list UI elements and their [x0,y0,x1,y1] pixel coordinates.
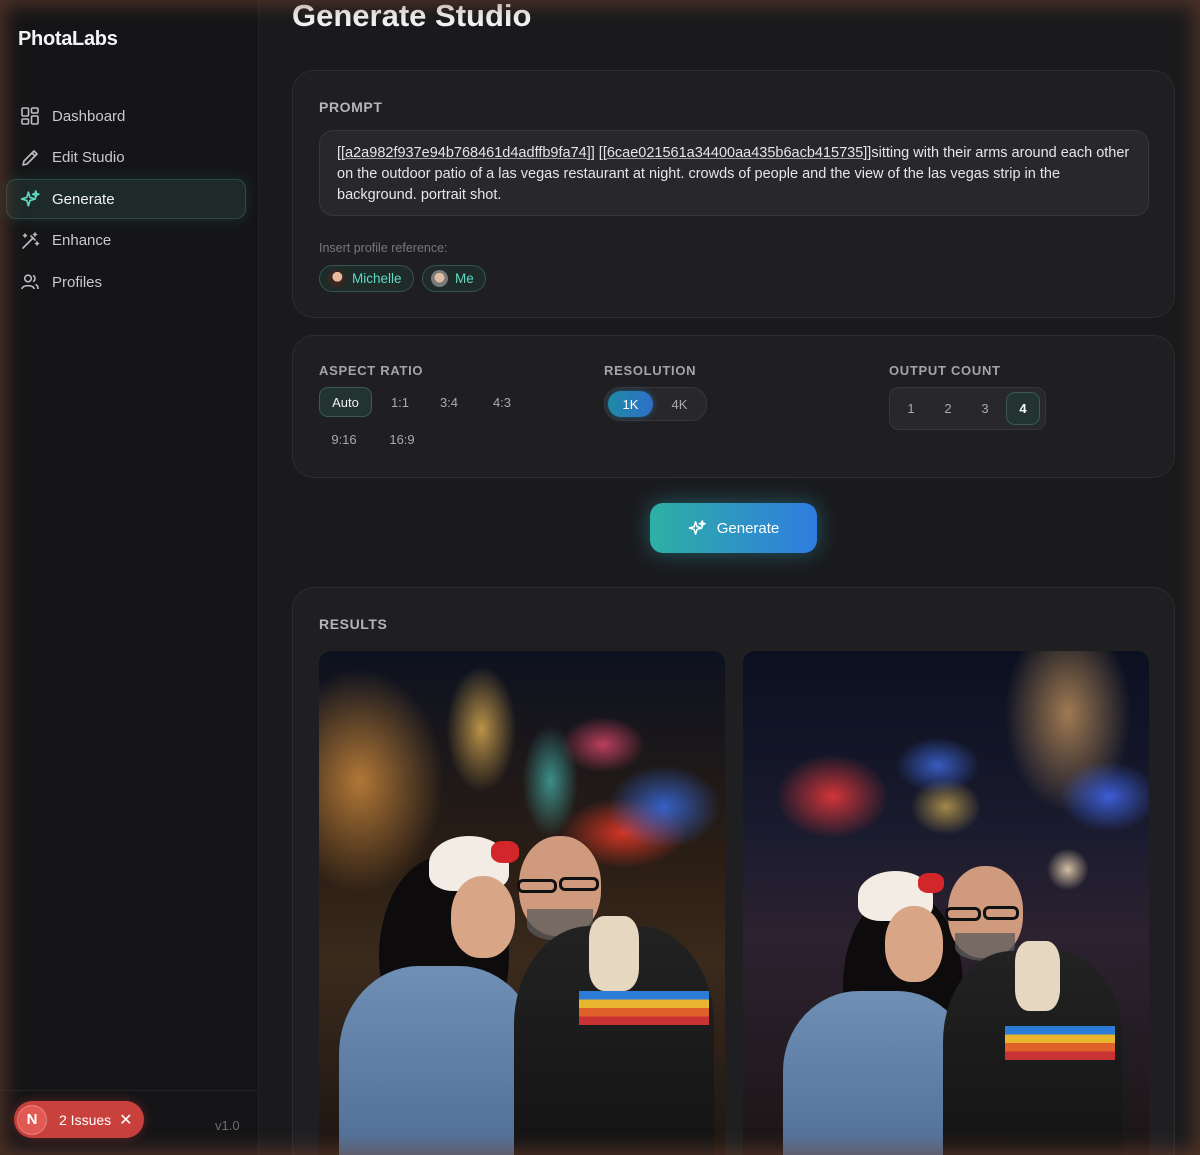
result-image-figure [559,877,599,891]
results-card: RESULTS [292,587,1175,1155]
prompt-label: PROMPT [319,99,383,115]
result-image-figure [945,907,981,921]
sidebar-item-label: Enhance [52,232,112,250]
profile-chip-michelle[interactable]: Michelle [319,265,414,292]
sidebar-item-generate[interactable]: Generate [6,179,246,220]
insert-profile-label: Insert profile reference: [319,241,448,255]
sidebar-item-label: Dashboard [52,107,126,125]
profile-reference-token: [[a2a982f937e94b768461d4adffb9fa74]] [337,145,595,161]
aspect-ratio-4-3[interactable]: 4:3 [482,387,522,417]
resolution-4k[interactable]: 4K [657,391,702,417]
profile-chip-label: Michelle [352,271,402,286]
output-count-label: OUTPUT COUNT [889,363,1001,378]
result-image-figure [491,841,519,863]
sidebar-divider [0,1090,259,1091]
generate-button[interactable]: Generate [650,503,817,553]
dashboard-icon [19,105,41,127]
output-count-selector: 1 2 3 4 [889,387,1046,430]
result-image-figure [918,873,944,893]
results-label: RESULTS [319,616,388,632]
avatar [328,270,345,287]
sidebar-item-dashboard[interactable]: Dashboard [6,96,246,136]
sidebar-item-label: Generate [52,190,115,208]
profile-chip-label: Me [455,271,474,286]
prompt-card: PROMPT [[a2a982f937e94b768461d4adffb9fa7… [292,70,1175,318]
result-image-1[interactable] [319,651,725,1155]
profile-chip-me[interactable]: Me [422,265,486,292]
issues-label: 2 Issues [59,1111,112,1128]
output-count-3[interactable]: 3 [968,392,1002,425]
output-count-1[interactable]: 1 [894,392,928,425]
aspect-ratio-label: ASPECT RATIO [319,363,424,378]
nextjs-icon: N [17,1104,47,1135]
sidebar-item-profiles[interactable]: Profiles [6,262,246,302]
version-label: v1.0 [215,1118,240,1133]
options-card: ASPECT RATIO Auto 1:1 3:4 4:3 9:16 16:9 … [292,335,1175,478]
result-image-figure [589,916,639,991]
magic-wand-icon [19,230,41,252]
pencil-icon [19,147,41,169]
generate-button-label: Generate [716,519,780,537]
sidebar: PhotaLabs Dashboard Edit Studio Generate… [0,0,259,1155]
aspect-ratio-3-4[interactable]: 3:4 [429,387,469,417]
result-image-figure [517,879,557,893]
issues-button[interactable]: N 2 Issues ✕ [14,1101,144,1138]
aspect-ratio-auto[interactable]: Auto [319,387,372,417]
sidebar-item-label: Edit Studio [52,149,125,167]
resolution-selector: 1K 4K [604,387,707,421]
sidebar-item-label: Profiles [52,273,103,291]
sidebar-nav: Dashboard Edit Studio Generate Enhance P… [6,96,246,304]
result-image-figure [1005,1026,1115,1060]
sidebar-item-edit-studio[interactable]: Edit Studio [6,138,246,178]
resolution-1k[interactable]: 1K [608,391,653,417]
brand-logo[interactable]: PhotaLabs [18,28,118,51]
close-icon[interactable]: ✕ [119,1110,132,1130]
avatar [431,270,448,287]
page-title: Generate Studio [292,0,532,33]
result-image-figure [1015,941,1060,1011]
sidebar-item-enhance[interactable]: Enhance [6,221,246,261]
result-image-figure [579,991,709,1025]
result-image-figure [339,966,539,1155]
prompt-input[interactable]: [[a2a982f937e94b768461d4adffb9fa74]] [[6… [319,130,1149,216]
result-image-figure [451,876,515,958]
profile-reference-token: [[6cae021561a34400aa435b6acb415735]] [598,145,872,161]
resolution-label: RESOLUTION [604,363,697,378]
aspect-ratio-9-16[interactable]: 9:16 [323,424,365,454]
output-count-2[interactable]: 2 [931,392,965,425]
sparkles-icon [688,519,707,538]
output-count-4[interactable]: 4 [1006,392,1040,425]
aspect-ratio-16-9[interactable]: 16:9 [381,424,423,454]
sparkles-icon [19,188,41,210]
aspect-ratio-1-1[interactable]: 1:1 [381,387,419,417]
users-icon [19,271,41,293]
result-image-figure [983,906,1019,920]
result-image-2[interactable] [743,651,1149,1155]
result-image-figure [885,906,943,982]
